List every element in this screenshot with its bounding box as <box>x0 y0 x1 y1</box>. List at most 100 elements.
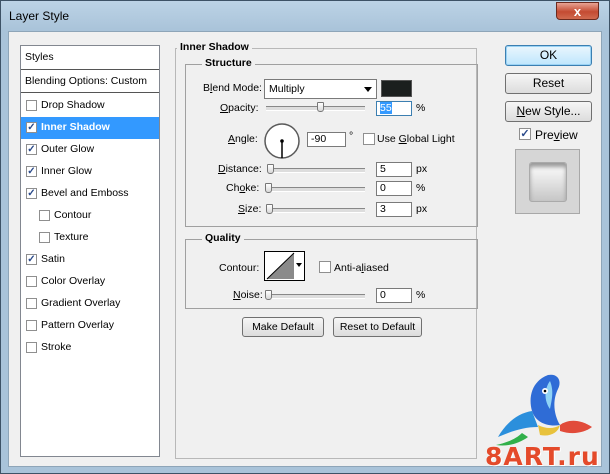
window-title: Layer Style <box>9 9 70 23</box>
size-label: Size: <box>238 203 262 215</box>
style-item-label: Contour <box>54 209 92 221</box>
distance-slider[interactable] <box>268 168 365 173</box>
style-item-label: Inner Glow <box>41 165 92 177</box>
style-item-checkbox[interactable]: ✓ <box>26 188 37 199</box>
opacity-unit: % <box>416 102 426 114</box>
style-item-color-overlay[interactable]: Color Overlay <box>21 271 159 293</box>
style-item-label: Pattern Overlay <box>41 319 114 331</box>
make-default-button[interactable]: Make Default <box>242 317 324 337</box>
choke-slider-thumb[interactable] <box>265 183 272 193</box>
style-item-outer-glow[interactable]: ✓ Outer Glow <box>21 139 159 161</box>
style-item-label: Drop Shadow <box>41 99 105 111</box>
distance-slider-thumb[interactable] <box>266 164 274 174</box>
contour-picker[interactable] <box>264 251 305 281</box>
shadow-color-swatch[interactable] <box>381 80 412 97</box>
style-item-label: Gradient Overlay <box>41 297 121 309</box>
style-item-bevel-and-emboss[interactable]: ✓ Bevel and Emboss <box>21 183 159 205</box>
reset-to-default-button[interactable]: Reset to Default <box>333 317 422 337</box>
blend-mode-value: Multiply <box>269 83 305 95</box>
noise-unit: % <box>416 289 426 301</box>
structure-title: Structure <box>202 57 255 69</box>
style-item-checkbox[interactable]: ✓ <box>26 254 37 265</box>
style-item-checkbox[interactable]: ✓ <box>26 144 37 155</box>
style-item-label: Color Overlay <box>41 275 106 287</box>
style-item-checkbox[interactable] <box>39 210 50 221</box>
chevron-down-icon <box>296 263 302 267</box>
choke-unit: % <box>416 182 426 194</box>
contour-curve-icon <box>266 252 295 280</box>
size-slider-thumb[interactable] <box>265 204 273 214</box>
preview-checkbox[interactable]: ✓ <box>519 128 531 140</box>
style-item-checkbox[interactable] <box>26 298 37 309</box>
noise-label: Noise: <box>233 289 263 301</box>
layer-style-dialog: Layer Style x Styles Blending Options: C… <box>0 0 610 474</box>
style-item-pattern-overlay[interactable]: Pattern Overlay <box>21 315 159 337</box>
blending-options-label: Blending Options: Custom <box>25 75 147 87</box>
noise-slider-thumb[interactable] <box>265 290 272 300</box>
chevron-down-icon <box>364 87 372 92</box>
close-button[interactable]: x <box>556 2 599 20</box>
new-style-button[interactable]: New Style... <box>505 101 592 122</box>
size-slider[interactable] <box>268 208 365 213</box>
site-watermark: 8ART.ru <box>485 442 600 471</box>
opacity-input[interactable]: 55 <box>376 101 412 116</box>
style-item-contour[interactable]: Contour <box>21 205 159 227</box>
choke-label: Choke: <box>226 182 260 194</box>
style-item-checkbox[interactable] <box>26 276 37 287</box>
styles-header-label: Styles <box>25 51 54 63</box>
styles-list: Styles Blending Options: Custom Drop Sha… <box>20 45 160 457</box>
style-item-checkbox[interactable] <box>26 342 37 353</box>
anti-aliased-checkbox[interactable] <box>319 261 331 273</box>
use-global-light-label: Use Global Light <box>377 133 455 145</box>
style-item-label: Satin <box>41 253 65 265</box>
style-item-satin[interactable]: ✓ Satin <box>21 249 159 271</box>
blend-mode-select[interactable]: Multiply <box>264 79 377 99</box>
anti-aliased-label: Anti-aliased <box>334 262 389 274</box>
style-preview-thumbnail <box>515 149 580 214</box>
angle-label: Angle: <box>228 133 258 145</box>
preview-label: Preview <box>535 128 578 142</box>
style-item-texture[interactable]: Texture <box>21 227 159 249</box>
style-item-gradient-overlay[interactable]: Gradient Overlay <box>21 293 159 315</box>
style-item-checkbox[interactable]: ✓ <box>26 122 37 133</box>
style-item-checkbox[interactable] <box>26 320 37 331</box>
style-item-label: Outer Glow <box>41 143 95 155</box>
style-item-drop-shadow[interactable]: Drop Shadow <box>21 95 159 117</box>
distance-unit: px <box>416 163 428 175</box>
distance-input[interactable]: 5 <box>376 162 412 177</box>
blending-options[interactable]: Blending Options: Custom <box>21 70 159 93</box>
style-item-label: Texture <box>54 231 89 243</box>
distance-label: Distance: <box>218 163 262 175</box>
style-item-stroke[interactable]: Stroke <box>21 337 159 359</box>
style-item-checkbox[interactable]: ✓ <box>26 166 37 177</box>
choke-slider[interactable] <box>268 187 365 192</box>
choke-input[interactable]: 0 <box>376 181 412 196</box>
size-unit: px <box>416 203 428 215</box>
reset-button[interactable]: Reset <box>505 73 592 94</box>
opacity-slider-thumb[interactable] <box>317 102 325 112</box>
title-bar[interactable]: Layer Style x <box>1 1 609 31</box>
angle-input[interactable]: -90 <box>307 132 346 147</box>
size-input[interactable]: 3 <box>376 202 412 217</box>
inner-shadow-title: Inner Shadow <box>177 41 252 53</box>
style-item-checkbox[interactable] <box>39 232 50 243</box>
blend-mode-label: Blend Mode: <box>203 82 262 94</box>
quality-title: Quality <box>202 232 244 244</box>
styles-header[interactable]: Styles <box>21 46 159 70</box>
use-global-light-checkbox[interactable] <box>363 133 375 145</box>
style-item-label: Stroke <box>41 341 72 353</box>
style-item-label: Bevel and Emboss <box>41 187 129 199</box>
contour-label: Contour: <box>219 262 260 274</box>
angle-dial[interactable] <box>263 122 301 160</box>
angle-unit: ° <box>349 130 354 142</box>
style-item-label: Inner Shadow <box>41 121 110 133</box>
opacity-slider[interactable] <box>266 106 365 111</box>
noise-input[interactable]: 0 <box>376 288 412 303</box>
style-item-inner-shadow[interactable]: ✓ Inner Shadow <box>21 117 159 139</box>
opacity-label: Opacity: <box>220 102 259 114</box>
noise-slider[interactable] <box>268 294 365 299</box>
close-icon: x <box>573 4 582 19</box>
style-item-checkbox[interactable] <box>26 100 37 111</box>
ok-button[interactable]: OK <box>505 45 592 66</box>
style-item-inner-glow[interactable]: ✓ Inner Glow <box>21 161 159 183</box>
